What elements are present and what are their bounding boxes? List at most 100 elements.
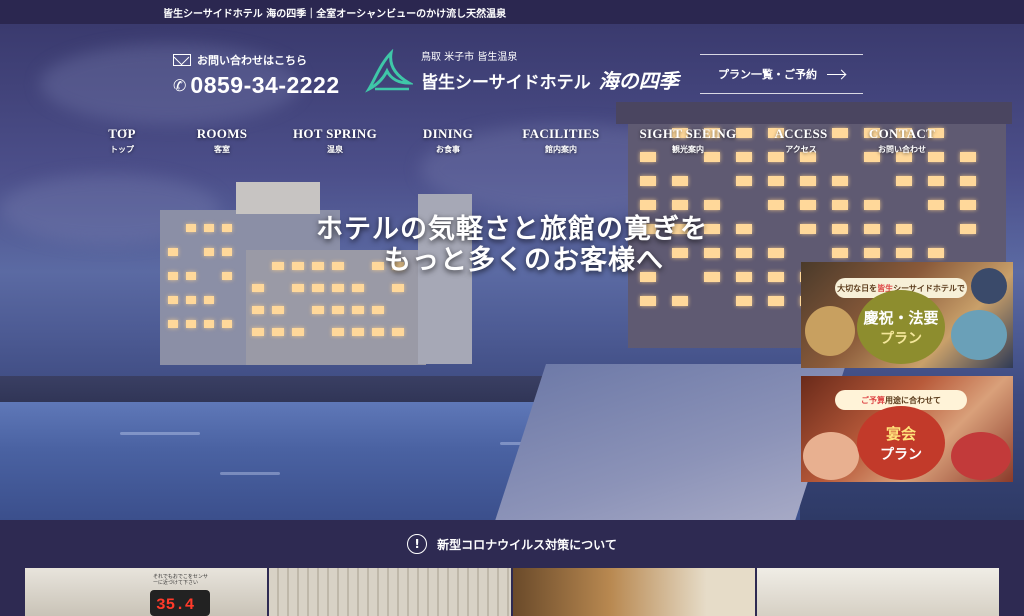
window-light xyxy=(222,320,232,328)
sanitizer-photo[interactable] xyxy=(757,568,999,616)
covid-notice-link[interactable]: ! 新型コロナウイルス対策について xyxy=(0,520,1024,568)
banner-subtitle: プラン xyxy=(880,446,922,463)
nav-label-jp: お食事 xyxy=(436,145,460,154)
window-light xyxy=(800,200,816,210)
notice-text: 新型コロナウイルス対策について xyxy=(437,537,617,552)
window-light xyxy=(704,200,720,210)
badge-highlight: ご予算 xyxy=(861,395,885,405)
thermometer-device: 35.4 xyxy=(150,590,210,616)
nav-label-en: ROOMS xyxy=(196,126,248,141)
window-light xyxy=(736,296,752,306)
badge-text: 用途に合わせて xyxy=(885,395,941,405)
lobby-photo[interactable] xyxy=(513,568,755,616)
food-dish-image xyxy=(951,432,1011,480)
nav-label-jp: 客室 xyxy=(214,145,230,154)
contact-link[interactable]: お問い合わせはこちら xyxy=(173,52,340,68)
window-light xyxy=(352,284,364,292)
thermometer-instruction: それでもおでこをセンサーに近づけて下さい xyxy=(153,574,208,586)
window-light xyxy=(640,176,656,186)
window-light xyxy=(392,284,404,292)
logo-script-name: 海の四季 xyxy=(598,69,679,93)
arrow-right-icon xyxy=(827,73,845,75)
thermometer-photo[interactable]: それでもおでこをセンサーに近づけて下さい 35.4 xyxy=(25,568,267,616)
chevron-down-icon: ⌄ xyxy=(122,124,129,133)
window-light xyxy=(392,328,404,336)
window-light xyxy=(252,284,264,292)
window-light xyxy=(864,200,880,210)
nav-label-jp: トップ xyxy=(110,145,134,154)
phone-link[interactable]: ✆ 0859-34-2222 xyxy=(173,72,340,99)
phone-number: 0859-34-2222 xyxy=(190,72,340,98)
window-light xyxy=(272,328,284,336)
window-light xyxy=(168,296,178,304)
nav-label-en: FACILITIES xyxy=(522,126,600,141)
logo-name-text: 皆生シーサイドホテル xyxy=(421,73,591,93)
banner-title: 慶祝・法要 xyxy=(863,308,939,327)
window-light xyxy=(332,328,344,336)
window-light xyxy=(204,320,214,328)
window-light xyxy=(272,306,284,314)
nav-item-sightseeing[interactable]: SIGHT SEEING 観光案内 xyxy=(636,126,740,155)
nav-item-contact[interactable]: CONTACT お問い合わせ xyxy=(862,126,942,155)
window-light xyxy=(640,200,656,210)
window-light xyxy=(352,306,364,314)
nav-item-facilities[interactable]: FACILITIES 館内案内 xyxy=(512,126,610,155)
headline-line-1: ホテルの気軽さと旅館の寛ぎを xyxy=(316,214,708,245)
logo-location: 鳥取 米子市 皆生温泉 xyxy=(421,52,518,63)
window-light xyxy=(292,328,304,336)
temperature-reading: 35.4 xyxy=(156,596,195,614)
window-light xyxy=(332,306,344,314)
window-light xyxy=(672,200,688,210)
site-tagline: 皆生シーサイドホテル 海の四季｜全室オーシャンビューのかけ流し天然温泉 xyxy=(163,9,507,20)
window-light xyxy=(832,200,848,210)
nav-label-jp: 館内案内 xyxy=(545,145,577,154)
window-light xyxy=(372,306,384,314)
window-light xyxy=(352,328,364,336)
window-light xyxy=(186,296,196,304)
alert-icon: ! xyxy=(407,534,428,554)
window-light xyxy=(312,284,324,292)
covid-measures-gallery: それでもおでこをセンサーに近づけて下さい 35.4 xyxy=(25,568,999,616)
window-light xyxy=(928,200,944,210)
nav-item-access[interactable]: ACCESS アクセス xyxy=(768,126,834,155)
site-logo[interactable]: 鳥取 米子市 皆生温泉 皆生シーサイドホテル 海の四季 xyxy=(365,48,679,94)
food-dish-image xyxy=(951,310,1007,360)
window-light xyxy=(672,176,688,186)
food-dish-image xyxy=(803,432,859,480)
window-light xyxy=(640,296,656,306)
window-light xyxy=(252,328,264,336)
window-light xyxy=(672,296,688,306)
nav-label-en: HOT SPRING xyxy=(292,126,378,141)
window-light xyxy=(928,176,944,186)
window-light xyxy=(204,296,214,304)
celebration-plan-banner[interactable]: 大切な日を 皆生 シーサイドホテルで 慶祝・法要 プラン xyxy=(801,262,1013,368)
nav-label-en: ACCESS xyxy=(774,126,828,141)
partition-photo[interactable] xyxy=(269,568,511,616)
window-light xyxy=(768,176,784,186)
window-light xyxy=(960,152,976,162)
window-light xyxy=(372,328,384,336)
nav-item-dining[interactable]: DINING お食事 xyxy=(410,126,486,155)
nav-label-jp: 温泉 xyxy=(327,145,343,154)
plan-button-label: プラン一覧・ご予約 xyxy=(718,68,817,81)
logo-hotel-name: 皆生シーサイドホテル 海の四季 xyxy=(421,65,679,94)
person-photo xyxy=(971,268,1007,304)
nav-item-rooms[interactable]: ROOMS 客室 xyxy=(182,126,262,155)
food-dish-image xyxy=(805,306,855,356)
window-light xyxy=(332,284,344,292)
window-light xyxy=(896,176,912,186)
banner-title: 宴会 xyxy=(885,424,916,443)
window-light xyxy=(292,284,304,292)
window-light xyxy=(960,176,976,186)
window-light xyxy=(768,200,784,210)
banquet-plan-banner[interactable]: ご予算 用途に合わせて 宴会 プラン xyxy=(801,376,1013,482)
nav-item-top[interactable]: ⌄ TOP トップ xyxy=(84,124,160,155)
plan-reservation-button[interactable]: プラン一覧・ご予約 xyxy=(700,54,863,94)
nav-label-en: SIGHT SEEING xyxy=(639,126,737,141)
main-nav: ⌄ TOP トップ ROOMS 客室 HOT SPRING 温泉 DINING … xyxy=(80,116,960,160)
window-light xyxy=(736,176,752,186)
phone-icon: ✆ xyxy=(173,76,187,95)
nav-item-hot-spring[interactable]: HOT SPRING 温泉 xyxy=(284,126,386,155)
window-light xyxy=(800,176,816,186)
wave-logo-icon xyxy=(365,49,413,93)
